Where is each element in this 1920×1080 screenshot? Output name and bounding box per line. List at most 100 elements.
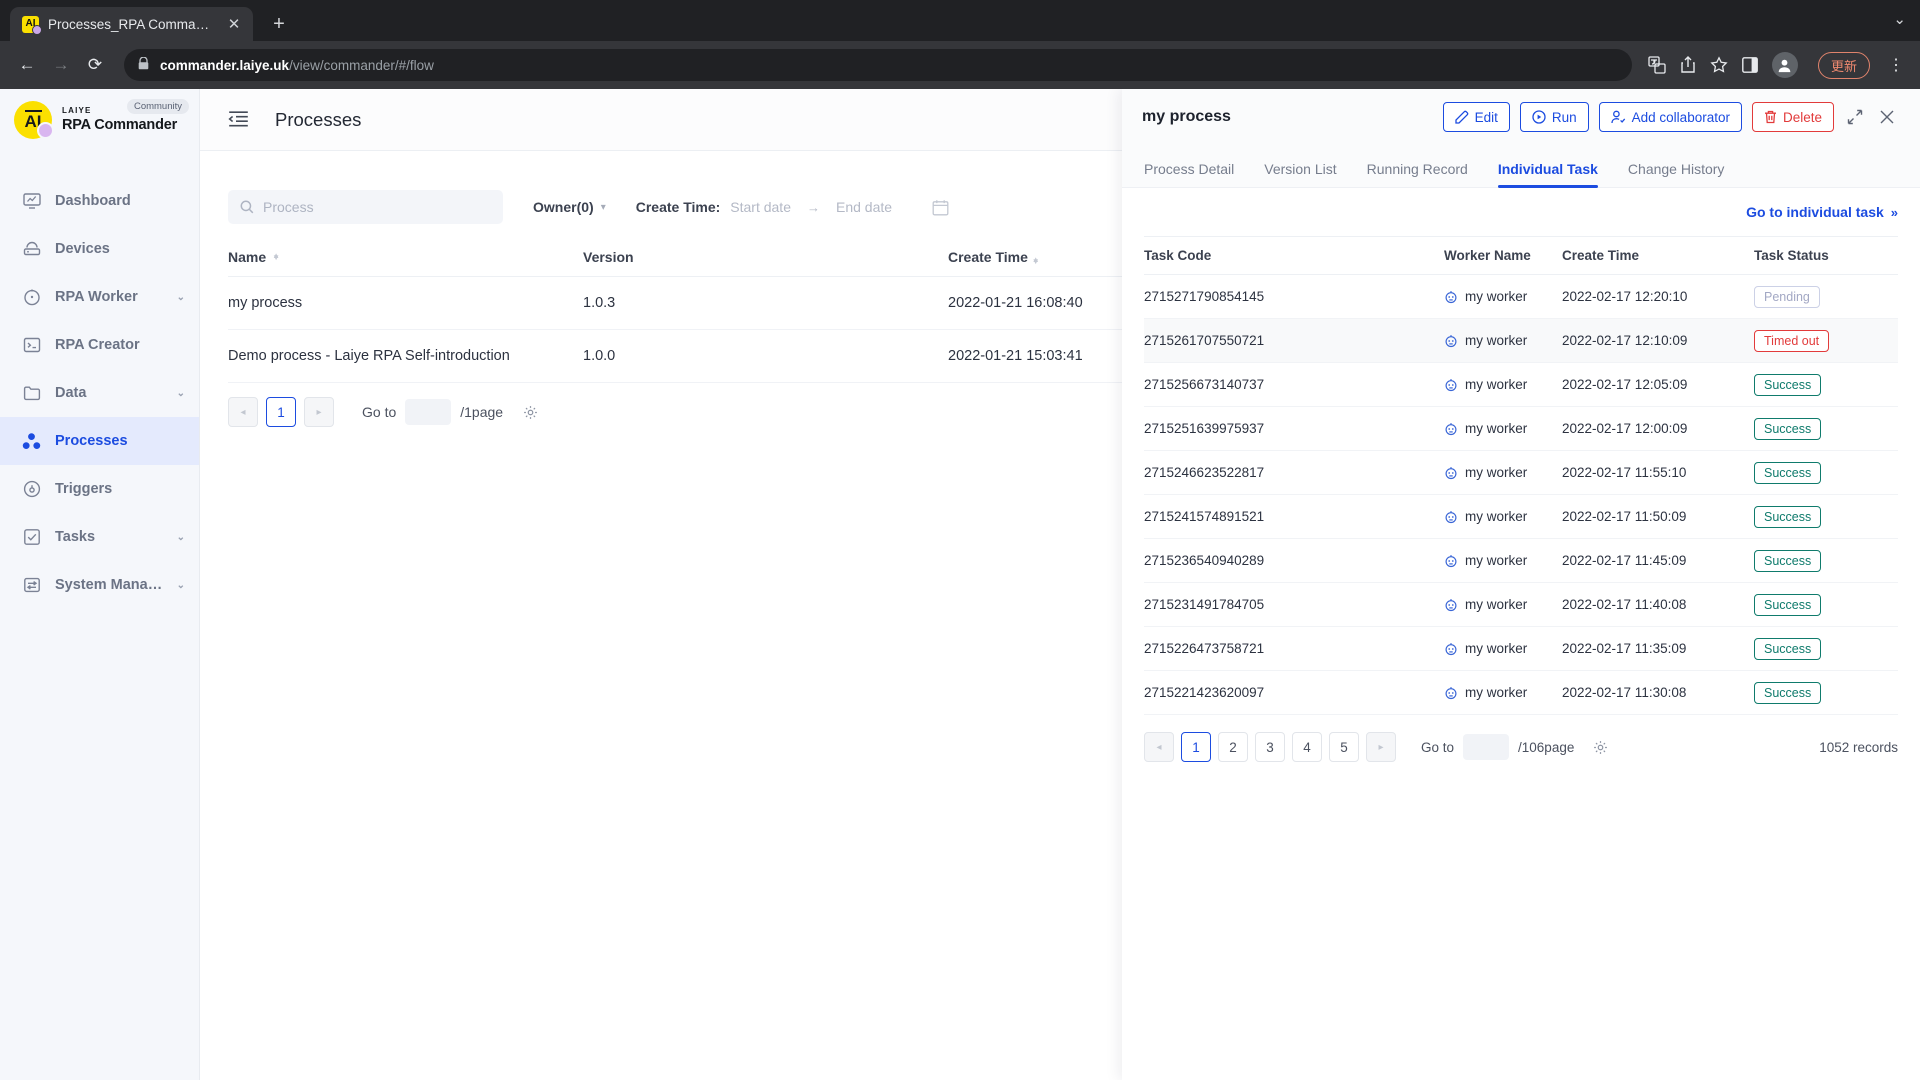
sidebar-item-devices[interactable]: Devices [0,225,199,273]
chevron-down-icon: ⌄ [176,579,185,591]
sidebar-item-rpa-worker[interactable]: RPA Worker ⌄ [0,273,199,321]
column-header-task-code: Task Code [1144,248,1212,263]
browser-menu-icon[interactable]: ⋮ [1884,55,1908,75]
pagination-page-4[interactable]: 4 [1292,732,1322,762]
pagination-page-5[interactable]: 5 [1329,732,1359,762]
new-tab-button[interactable]: + [265,10,293,38]
chevron-down-icon[interactable]: ⌄ [1893,10,1906,28]
tab-running-record[interactable]: Running Record [1367,161,1468,187]
status-badge: Success [1754,637,1822,660]
sidebar-item-system-management[interactable]: System Manag... ⌄ [0,561,199,609]
forward-button[interactable]: → [46,50,76,80]
settings-gear-icon[interactable] [1593,740,1608,755]
table-row[interactable]: 2715236540940289 my worker 2022-02-17 11:4… [1144,539,1898,583]
table-row[interactable]: 2715241574891521 my worker 2022-02-17 11:5… [1144,495,1898,539]
browser-tab[interactable]: AI Processes_RPA Commander ✕ [10,7,253,41]
sidebar-item-triggers[interactable]: Triggers [0,465,199,513]
close-icon[interactable] [1876,106,1898,128]
table-row[interactable]: 2715256673140737 my worker 2022-02-17 12:0… [1144,363,1898,407]
tab-process-detail[interactable]: Process Detail [1144,161,1234,187]
tab-title: Processes_RPA Commander [48,16,216,32]
goto-page-input[interactable] [405,399,452,425]
sidebar-item-rpa-creator[interactable]: RPA Creator [0,321,199,369]
robot-worker-icon [1445,686,1457,699]
pagination-page-3[interactable]: 3 [1255,732,1285,762]
pagination-page-1[interactable]: 1 [1181,732,1211,762]
cell-create-time: 2022-02-17 11:45:09 [1562,553,1687,568]
pagination-next-button[interactable]: ▸ [304,397,334,427]
tab-individual-task[interactable]: Individual Task [1497,161,1599,188]
address-bar[interactable]: commander.laiye.uk/view/commander/#/flow [124,49,1632,81]
status-badge: Success [1754,549,1822,572]
toolbar-icons: 更新 ⋮ [1644,51,1908,79]
sort-icon[interactable]: ▲ ▼ [272,251,280,261]
sidebar-nav: Dashboard Devices RPA Worker ⌄ RPA Creat… [0,177,199,609]
column-label: Name [228,248,267,265]
delete-button[interactable]: Delete [1751,102,1834,132]
add-collaborator-button[interactable]: Add collaborator [1598,102,1742,132]
status-badge: Success [1754,681,1822,704]
table-row[interactable]: 2715231491784705 my worker 2022-02-17 11:4… [1144,583,1898,627]
brand-logo-block[interactable]: AI LAIYE RPA Commander Community [0,89,199,151]
share-icon[interactable] [1680,56,1696,74]
table-row[interactable]: 2715261707550721 my worker 2022-02-17 12:1… [1144,319,1898,363]
tab-change-history[interactable]: Change History [1628,161,1725,187]
sort-icon[interactable]: ▲ ▼ [1032,255,1040,265]
owner-filter-dropdown[interactable]: Owner(0) ▾ [533,199,606,215]
cell-worker-name: my worker [1444,333,1562,348]
start-date-input[interactable]: Start date [730,199,791,215]
create-time-filter[interactable]: Create Time: Start date → End date [636,199,892,215]
drawer-body: Go to individual task » Task Code Worker… [1122,188,1920,1080]
back-button[interactable]: ← [12,50,42,80]
status-badge: Success [1754,417,1822,440]
records-count: 1052 records [1819,739,1898,755]
url-host: commander.laiye.uk [160,57,290,73]
edit-icon [1454,110,1468,124]
end-date-input[interactable]: End date [836,199,892,215]
search-input[interactable]: Process [228,190,503,224]
cell-create-time: 2022-02-17 11:50:09 [1562,509,1687,524]
cell-create-time: 2022-02-17 12:20:10 [1562,289,1688,304]
collapse-sidebar-icon[interactable] [228,110,249,129]
sidebar-item-data[interactable]: Data ⌄ [0,369,199,417]
goto-page-input[interactable] [1463,734,1510,760]
sidebar-item-processes[interactable]: Processes [0,417,199,465]
run-button[interactable]: Run [1519,102,1589,132]
cell-version: 1.0.0 [583,348,616,364]
pagination-page-1[interactable]: 1 [266,397,296,427]
tab-version-list[interactable]: Version List [1264,161,1336,187]
calendar-icon[interactable] [932,199,949,216]
edit-button[interactable]: Edit [1442,102,1510,132]
table-row[interactable]: 2715251639975937 my worker 2022-02-17 12:0… [1144,407,1898,451]
go-to-individual-task-link[interactable]: Go to individual task » [1144,188,1898,236]
pagination-next-button[interactable]: ▸ [1366,732,1396,762]
sidebar-item-dashboard[interactable]: Dashboard [0,177,199,225]
delete-label: Delete [1782,109,1822,125]
column-label: Create Time [948,248,1028,265]
pagination-page-2[interactable]: 2 [1218,732,1248,762]
table-row[interactable]: 2715226473758721 my worker 2022-02-17 11:3… [1144,627,1898,671]
translate-icon[interactable] [1648,56,1666,74]
pagination-prev-button[interactable]: ◂ [1144,732,1174,762]
bookmark-star-icon[interactable] [1710,56,1728,74]
side-panel-icon[interactable] [1742,57,1758,73]
expand-icon[interactable] [1844,106,1866,128]
pagination-prev-button[interactable]: ◂ [228,397,258,427]
update-button[interactable]: 更新 [1817,51,1870,79]
sidebar-item-label: System Manag... [55,577,163,593]
reload-button[interactable]: ⟳ [80,50,110,80]
table-row[interactable]: 2715221423620097 my worker 2022-02-17 11:3… [1144,671,1898,715]
close-icon[interactable]: ✕ [225,15,243,33]
cell-worker-name: my worker [1444,421,1562,436]
profile-avatar[interactable] [1771,52,1798,78]
cell-task-status: Success [1754,637,1898,660]
cell-task-code: 2715271790854145 [1144,289,1265,304]
settings-gear-icon[interactable] [523,405,538,420]
sidebar-item-tasks[interactable]: Tasks ⌄ [0,513,199,561]
table-row[interactable]: 2715246623522817 my worker 2022-02-17 11:5… [1144,451,1898,495]
column-header-task-status: Task Status [1754,248,1829,263]
create-time-label: Create Time: [635,199,721,215]
table-row[interactable]: 2715271790854145 my worker 2022-02-17 12:2… [1144,275,1898,319]
cell-task-status: Pending [1754,285,1898,308]
column-header-name[interactable]: Name ▲ ▼ [228,249,583,265]
